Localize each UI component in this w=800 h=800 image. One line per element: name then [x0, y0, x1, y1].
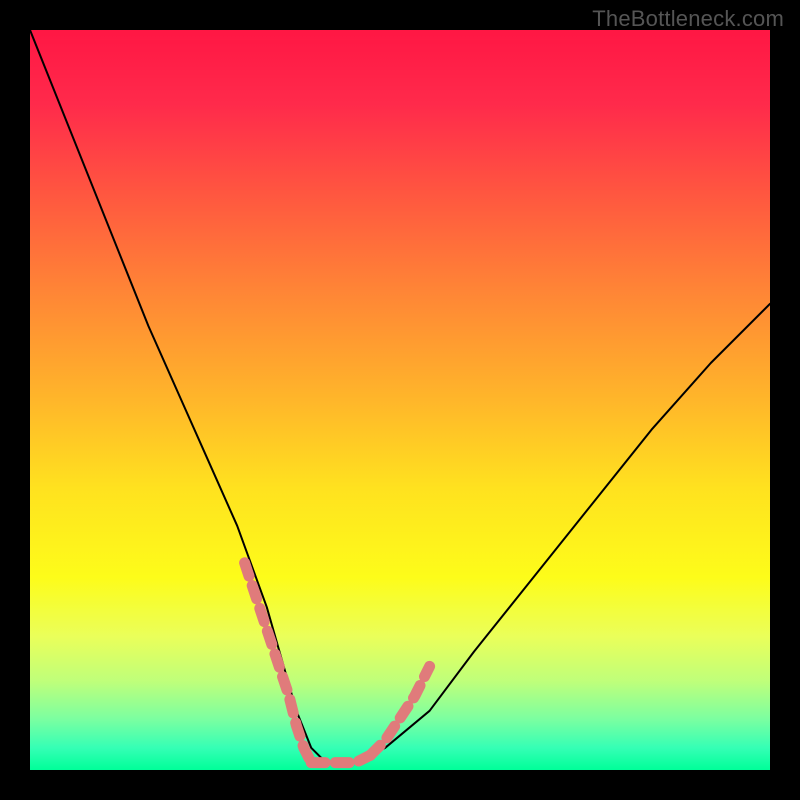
chart-frame: TheBottleneck.com — [0, 0, 800, 800]
chart-svg — [30, 30, 770, 770]
watermark-text: TheBottleneck.com — [592, 6, 784, 32]
plot-area — [30, 30, 770, 770]
gradient-background — [30, 30, 770, 770]
